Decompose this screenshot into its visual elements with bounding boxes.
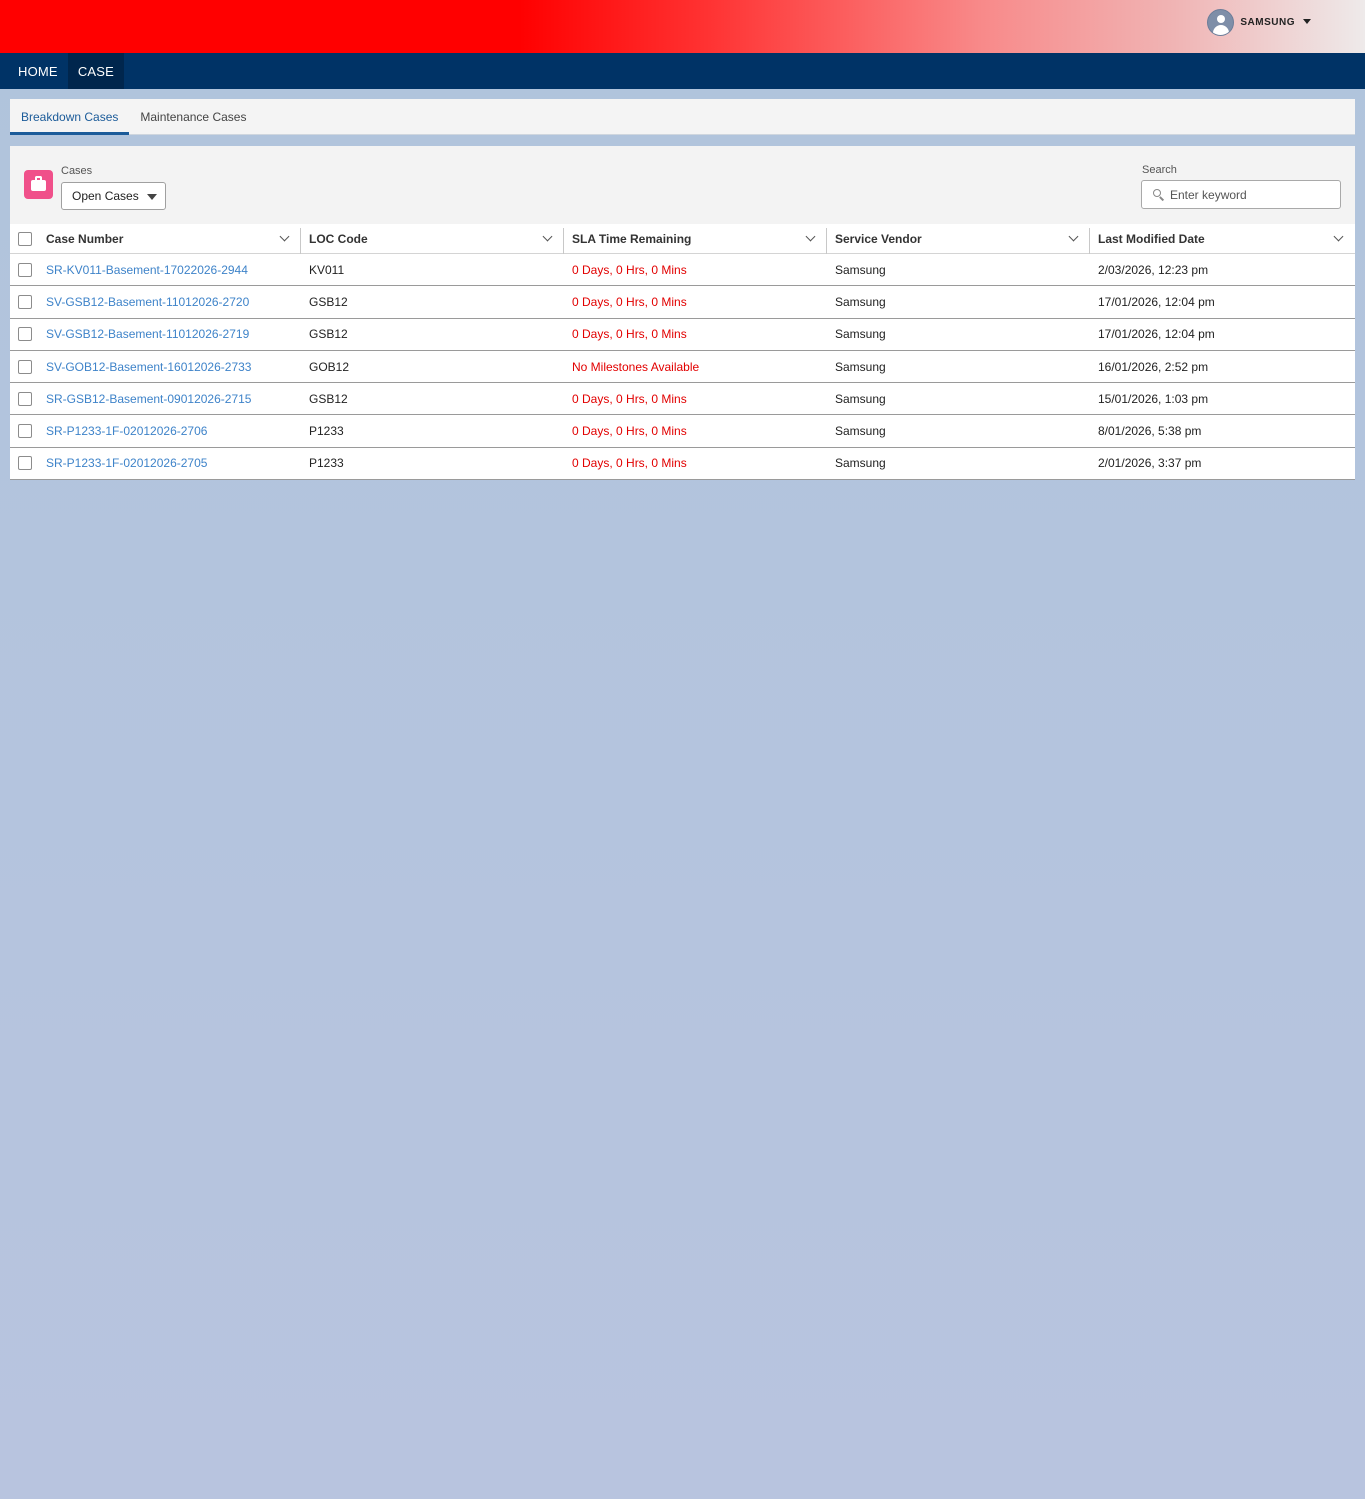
column-header-last-modified[interactable]: Last Modified Date — [1090, 224, 1355, 253]
chevron-down-icon[interactable] — [1333, 231, 1344, 242]
dropdown-arrow-icon — [147, 194, 157, 200]
service-vendor: Samsung — [835, 391, 886, 406]
column-header-case-number[interactable]: Case Number — [10, 224, 301, 254]
table-row: SV-GSB12-Basement-11012026-2720 GSB12 0 … — [10, 286, 1355, 319]
row-checkbox[interactable] — [18, 262, 32, 277]
list-view-value: Open Cases — [72, 189, 139, 203]
search-box — [1141, 180, 1341, 209]
row-checkbox[interactable] — [18, 294, 32, 309]
case-tabs: Breakdown Cases Maintenance Cases — [10, 99, 1355, 135]
nav-case[interactable]: CASE — [67, 53, 125, 89]
user-name: SAMSUNG — [1240, 17, 1295, 28]
sla-time: No Milestones Available — [572, 359, 700, 374]
loc-code: GSB12 — [309, 294, 348, 309]
loc-code: GSB12 — [309, 327, 348, 342]
search-icon — [1153, 189, 1165, 201]
list-view-select[interactable]: Open Cases — [61, 182, 166, 210]
case-number-link[interactable]: SR-GSB12-Basement-09012026-2715 — [46, 392, 251, 406]
chevron-down-icon[interactable] — [542, 231, 553, 242]
filter-label: Cases — [61, 165, 93, 177]
case-table: Case Number LOC Code SLA Time Remaining … — [10, 224, 1355, 481]
last-modified-date: 17/01/2026, 12:04 pm — [1098, 327, 1215, 342]
column-header-service-vendor[interactable]: Service Vendor — [827, 224, 1090, 254]
case-number-link[interactable]: SR-KV011-Basement-17022026-2944 — [46, 263, 248, 277]
service-vendor: Samsung — [835, 327, 886, 342]
table-row: SR-KV011-Basement-17022026-2944 KV011 0 … — [10, 254, 1355, 287]
loc-code: P1233 — [309, 456, 344, 471]
caret-down-icon — [1303, 18, 1311, 24]
column-header-loc-code[interactable]: LOC Code — [301, 224, 564, 254]
briefcase-icon — [24, 170, 53, 199]
column-header-sla-time[interactable]: SLA Time Remaining — [564, 224, 827, 254]
case-number-link[interactable]: SV-GSB12-Basement-11012026-2720 — [46, 295, 249, 309]
tab-maintenance-cases[interactable]: Maintenance Cases — [129, 99, 257, 134]
case-number-link[interactable]: SV-GSB12-Basement-11012026-2719 — [46, 327, 249, 341]
table-row: SR-GSB12-Basement-09012026-2715 GSB12 0 … — [10, 383, 1355, 416]
sla-time: 0 Days, 0 Hrs, 0 Mins — [572, 424, 687, 439]
service-vendor: Samsung — [835, 262, 886, 277]
row-checkbox[interactable] — [18, 424, 32, 439]
table-row: SV-GSB12-Basement-11012026-2719 GSB12 0 … — [10, 318, 1355, 351]
loc-code: P1233 — [309, 424, 344, 439]
tab-breakdown-cases[interactable]: Breakdown Cases — [10, 99, 130, 135]
case-number-link[interactable]: SR-P1233-1F-02012026-2706 — [46, 424, 207, 438]
last-modified-date: 15/01/2026, 1:03 pm — [1098, 391, 1209, 406]
table-header: Case Number LOC Code SLA Time Remaining … — [10, 224, 1355, 254]
search-input[interactable] — [1170, 181, 1335, 208]
service-vendor: Samsung — [835, 424, 886, 439]
sla-time: 0 Days, 0 Hrs, 0 Mins — [572, 327, 687, 342]
case-number-link[interactable]: SR-P1233-1F-02012026-2705 — [46, 456, 207, 470]
table-row: SR-P1233-1F-02012026-2705 P1233 0 Days, … — [10, 447, 1355, 481]
sla-time: 0 Days, 0 Hrs, 0 Mins — [572, 456, 687, 471]
user-avatar-icon — [1207, 9, 1235, 36]
last-modified-date: 16/01/2026, 2:52 pm — [1098, 359, 1209, 374]
row-checkbox[interactable] — [18, 391, 32, 406]
loc-code: GOB12 — [309, 359, 350, 374]
case-list-panel: Cases Open Cases Search Case Number LOC … — [10, 146, 1355, 481]
sla-time: 0 Days, 0 Hrs, 0 Mins — [572, 294, 687, 309]
search-label: Search — [1142, 164, 1177, 176]
chevron-down-icon[interactable] — [279, 231, 290, 242]
service-vendor: Samsung — [835, 456, 886, 471]
table-row: SV-GOB12-Basement-16012026-2733 GOB12 No… — [10, 350, 1355, 384]
row-checkbox[interactable] — [18, 456, 32, 471]
service-vendor: Samsung — [835, 359, 886, 374]
sla-time: 0 Days, 0 Hrs, 0 Mins — [572, 391, 687, 406]
last-modified-date: 2/01/2026, 3:37 pm — [1098, 456, 1202, 471]
chevron-down-icon[interactable] — [1068, 231, 1079, 242]
row-checkbox[interactable] — [18, 359, 32, 374]
top-header: SAMSUNG — [0, 0, 1365, 53]
last-modified-date: 17/01/2026, 12:04 pm — [1098, 294, 1215, 309]
chevron-down-icon[interactable] — [805, 231, 816, 242]
sla-time: 0 Days, 0 Hrs, 0 Mins — [572, 262, 687, 277]
last-modified-date: 2/03/2026, 12:23 pm — [1098, 262, 1209, 277]
nav-home[interactable]: HOME — [8, 53, 68, 89]
main-nav: HOME CASE — [0, 53, 1365, 89]
table-row: SR-P1233-1F-02012026-2706 P1233 0 Days, … — [10, 415, 1355, 448]
loc-code: KV011 — [309, 262, 345, 277]
user-menu[interactable]: SAMSUNG — [1207, 9, 1311, 36]
service-vendor: Samsung — [835, 294, 886, 309]
loc-code: GSB12 — [309, 391, 348, 406]
select-all-checkbox[interactable] — [18, 231, 32, 246]
case-number-link[interactable]: SV-GOB12-Basement-16012026-2733 — [46, 360, 251, 374]
last-modified-date: 8/01/2026, 5:38 pm — [1098, 424, 1202, 439]
row-checkbox[interactable] — [18, 327, 32, 342]
